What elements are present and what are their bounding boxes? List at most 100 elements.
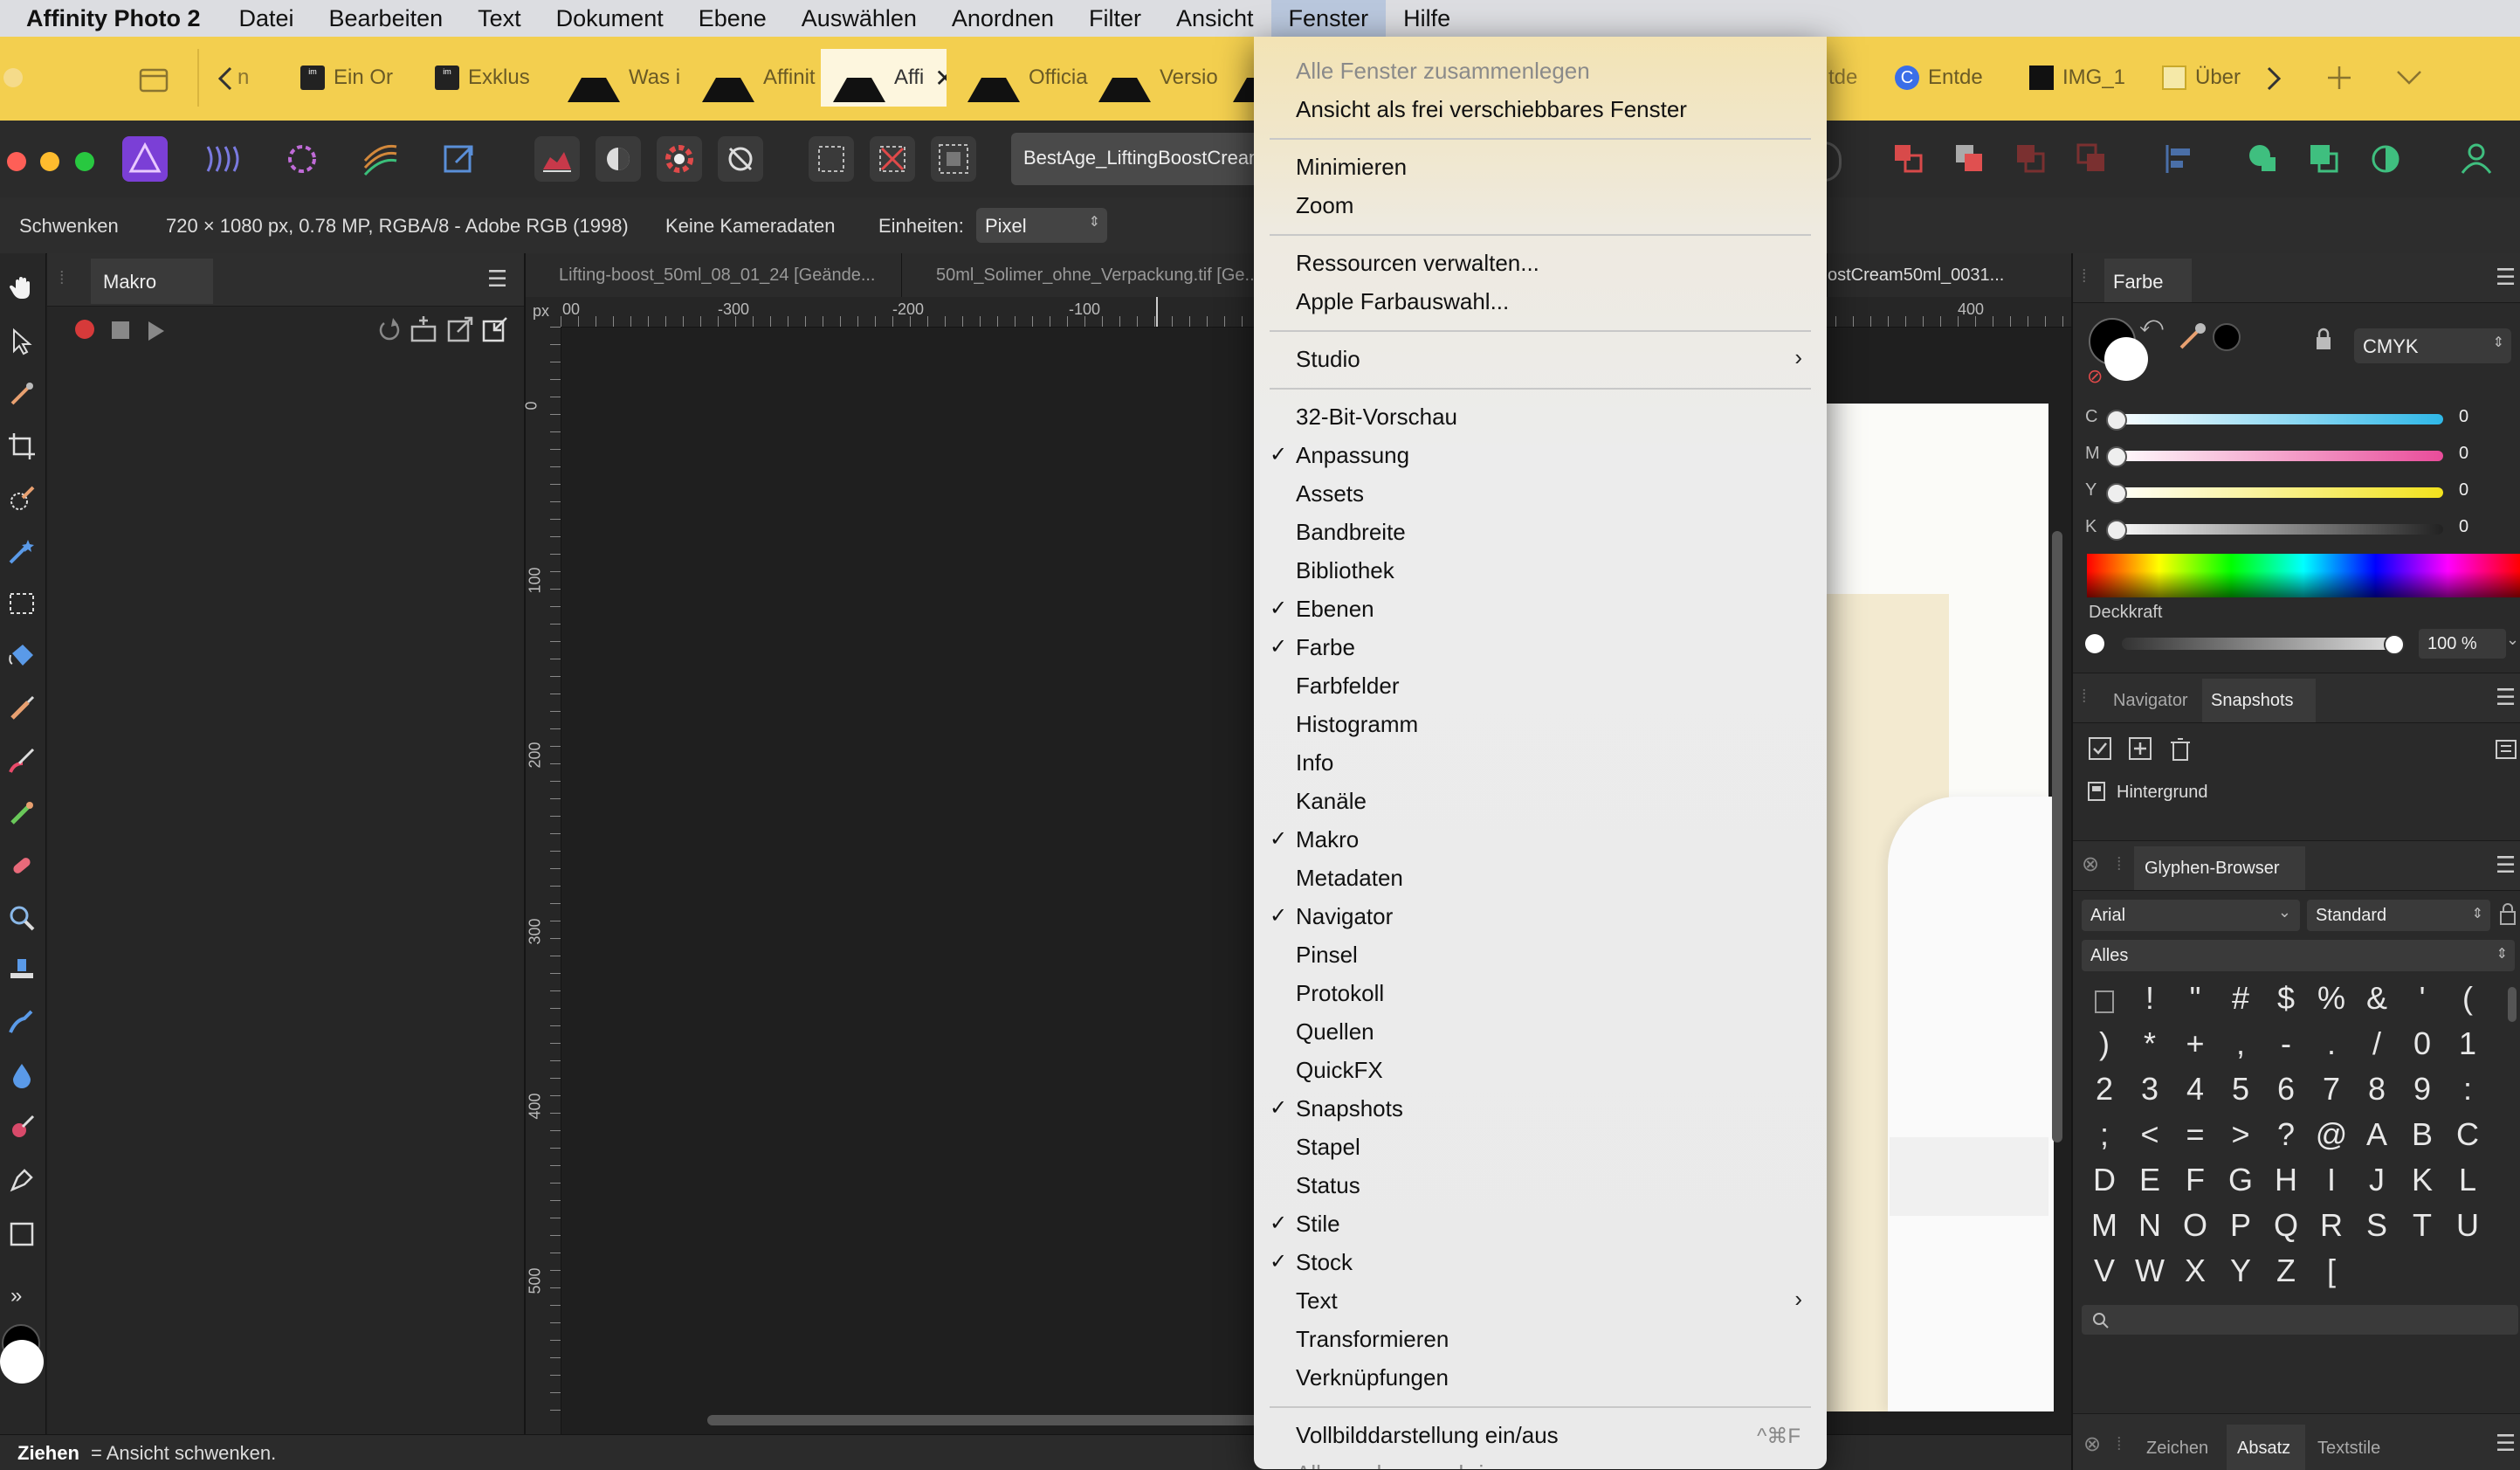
arrange-backward-icon[interactable] [2008,136,2054,182]
menu-item-status[interactable]: Status [1254,1167,1827,1205]
glyph-cell[interactable]: Z [2263,1253,2309,1289]
menu-item-text[interactable]: Text › [1254,1282,1827,1321]
panel-menu-icon[interactable]: ☰ [2496,264,2516,291]
glyph-cell[interactable]: G [2218,1162,2263,1198]
menu-item-anpassung[interactable]: ✓ Anpassung [1254,437,1827,475]
dodge-brush-tool-icon[interactable] [7,746,37,776]
pen-tool-icon[interactable] [7,1165,37,1195]
glyph-cell[interactable]: . [2309,1025,2354,1062]
menu-item-makro[interactable]: ✓ Makro [1254,821,1827,859]
tab-glyph-browser[interactable]: Glyphen-Browser [2134,846,2305,890]
menu-item-snapshots[interactable]: ✓ Snapshots [1254,1090,1827,1128]
snapshot-row[interactable]: Hintergrund [2082,777,2518,807]
document-name-field[interactable]: BestAge_LiftingBoostCream [1011,133,1264,185]
menu-item-bibliothek[interactable]: Bibliothek [1254,552,1827,590]
c-slider-track[interactable] [2110,414,2443,424]
menu-anordnen[interactable]: Anordnen [934,0,1071,37]
y-slider-track[interactable] [2110,487,2443,498]
menu-item-stile[interactable]: ✓ Stile [1254,1205,1827,1244]
menu-item-apple-farbauswahl[interactable]: Apple Farbauswahl... [1254,283,1827,321]
glyph-cell[interactable]: 2 [2082,1071,2127,1108]
marquee-tool-icon[interactable] [7,589,37,618]
glyph-cell[interactable]: O [2172,1207,2218,1244]
tab-makro[interactable]: Makro [91,259,213,304]
auto-color-icon[interactable] [657,136,702,182]
menu-fenster[interactable]: Fenster [1270,0,1387,37]
glyph-cell[interactable]: S [2354,1207,2400,1244]
menu-item-32-bit-vorschau[interactable]: 32-Bit-Vorschau [1254,398,1827,437]
k-slider-handle[interactable] [2106,520,2127,541]
glyph-cell[interactable]: V [2082,1253,2127,1289]
expand-tools-icon[interactable]: » [10,1284,22,1308]
glyph-style-select[interactable]: Standard ⇕ [2307,900,2490,931]
glyph-cell[interactable]: $ [2263,980,2309,1017]
glyph-cell[interactable]: E [2127,1162,2172,1198]
glyph-cell[interactable]: X [2172,1253,2218,1289]
menu-datei[interactable]: Datei [221,0,311,37]
menu-item-info[interactable]: Info [1254,744,1827,783]
glyph-font-select[interactable]: Arial ⌄ [2082,900,2300,931]
delete-snapshot-icon[interactable] [2167,735,2193,762]
glyph-cell[interactable]: D [2082,1162,2127,1198]
export-macro-icon[interactable] [445,314,475,344]
glyph-cell[interactable]: 3 [2127,1071,2172,1108]
vertical-scrollbar[interactable] [2052,531,2062,1142]
glyph-cell[interactable]: Y [2218,1253,2263,1289]
glyph-cell[interactable]: 7 [2309,1071,2354,1108]
import-macro-icon[interactable] [480,314,510,344]
clone-brush-tool-icon[interactable] [7,798,37,828]
glyph-cell[interactable]: Q [2263,1207,2309,1244]
auto-contrast-icon[interactable] [596,136,641,182]
glyph-cell[interactable]: C [2445,1116,2490,1153]
slider-k[interactable]: K 0 [2085,514,2520,543]
glyph-cell[interactable]: ? [2263,1116,2309,1153]
glyph-cell[interactable]: + [2172,1025,2218,1062]
record-macro-button[interactable] [75,320,94,339]
glyph-cell[interactable]: M [2082,1207,2127,1244]
paint-brush-tool-icon[interactable] [7,694,37,723]
tab-absatz[interactable]: Absatz [2227,1425,2305,1470]
glyph-cell[interactable]: 6 [2263,1071,2309,1108]
tab-item[interactable]: Officia [967,49,1090,107]
slider-y[interactable]: Y 0 [2085,477,2520,507]
opacity-slider-handle[interactable] [2384,634,2405,655]
menu-item-farbfelder[interactable]: Farbfelder [1254,667,1827,706]
menu-item-quellen[interactable]: Quellen [1254,1013,1827,1052]
menu-item-vollbilddarstellung-ein-aus[interactable]: Vollbilddarstellung ein/aus ^⌘F [1254,1417,1827,1455]
menu-item-transformieren[interactable]: Transformieren [1254,1321,1827,1359]
panel-grip-icon[interactable]: ⁞ [59,269,65,289]
glyph-cell[interactable]: 0 [2400,1025,2445,1062]
add-to-library-icon[interactable] [409,314,438,344]
glyph-cell[interactable]: 9 [2400,1071,2445,1108]
glyph-cell[interactable]: T [2400,1207,2445,1244]
tab-partial[interactable]: n [238,49,257,107]
glyph-scrollbar[interactable] [2508,987,2517,1022]
panel-grip-icon[interactable]: ⁞ [2117,1435,2122,1455]
panel-grip-icon[interactable]: ⁞ [2082,687,2087,707]
rectangle-tool-icon[interactable] [7,1219,37,1249]
glyph-cell[interactable]: / [2354,1025,2400,1062]
y-slider-handle[interactable] [2106,483,2127,504]
tab-item[interactable]: C Entde [1895,49,2017,107]
tab-item[interactable]: IMG_1 [2029,49,2152,107]
glyph-cell[interactable]: " [2172,980,2218,1017]
panel-menu-icon[interactable]: ☰ [487,266,507,293]
glyph-cell[interactable]: ! [2127,980,2172,1017]
lock-icon[interactable] [2314,327,2333,351]
glyph-cell[interactable]: H [2263,1162,2309,1198]
tab-item-hidden[interactable] [1233,49,1254,107]
tab-item[interactable]: Was is [568,49,681,107]
glyph-cell[interactable]: @ [2309,1116,2354,1153]
close-tab-icon[interactable]: ✕ [934,64,947,93]
tab-snapshots[interactable]: Snapshots [2202,679,2316,722]
glyph-cell[interactable]: 5 [2218,1071,2263,1108]
glyph-cell[interactable]: F [2172,1162,2218,1198]
arrange-front-icon[interactable] [1886,136,1931,182]
color-picker-tool-icon[interactable] [7,379,37,409]
menu-item-histogramm[interactable]: Histogramm [1254,706,1827,744]
glyph-cell[interactable]: , [2218,1025,2263,1062]
glyph-cell[interactable]: ( [2445,980,2490,1017]
tab-partial[interactable]: tde [1828,49,1860,107]
new-tab-plus-icon[interactable] [2324,63,2354,93]
flood-fill-tool-icon[interactable] [7,641,37,671]
